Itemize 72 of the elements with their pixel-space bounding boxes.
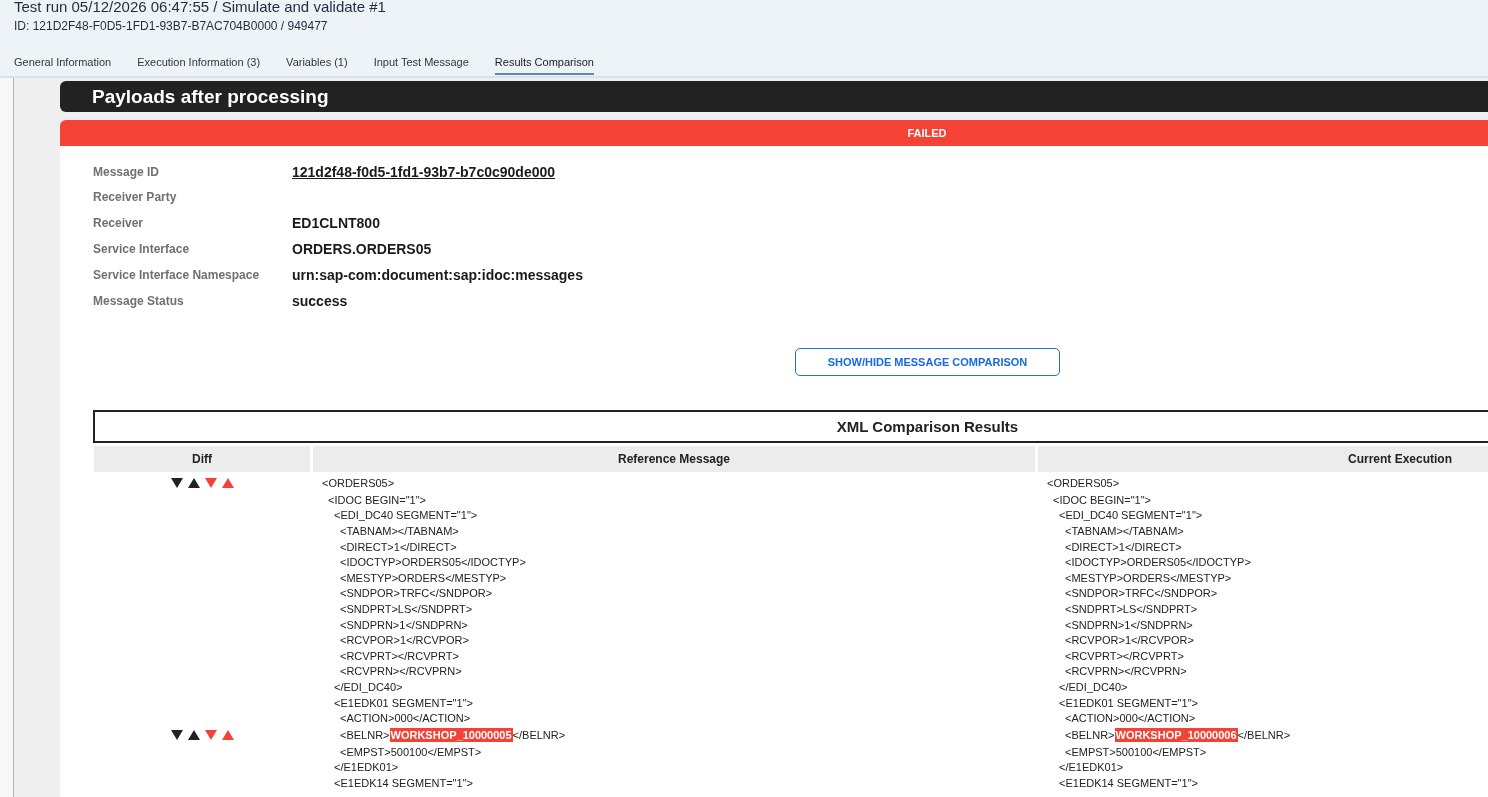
comparison-title: XML Comparison Results — [93, 410, 1488, 443]
xml-line: <MESTYP>ORDERS</MESTYP> — [340, 571, 507, 584]
run-id-text: ID: 121D2F48-F0D5-1FD1-93B7-B7AC704B0000 / 949477 — [14, 18, 329, 34]
status-banner: FAILED — [60, 120, 1488, 146]
xml-line: <RCVPRN></RCVPRN> — [1065, 665, 1187, 678]
field-value: ORDERS.ORDERS05 — [292, 241, 432, 257]
toggle-comparison-button[interactable]: SHOW/HIDE MESSAGE COMPARISON — [795, 348, 1060, 376]
field-label: Service Interface Namespace — [93, 268, 261, 282]
field-label: Receiver — [93, 216, 145, 230]
xml-line: <TABNAM></TABNAM> — [1065, 525, 1184, 537]
xml-line: <SNDPRN>1</SNDPRN> — [340, 618, 468, 631]
triangle-up-icon[interactable] — [187, 729, 200, 740]
xml-line: <SNDPOR>TRFC</SNDPOR> — [1065, 587, 1218, 600]
xml-line: <IDOC BEGIN="1"> — [1053, 493, 1151, 506]
xml-line: <ORDERS05> — [1047, 477, 1120, 489]
xml-line: </EDI_DC40> — [334, 680, 403, 693]
xml-line: <EMPST>500100</EMPST> — [340, 745, 482, 758]
xml-line: <IDOC BEGIN="1"> — [328, 493, 426, 506]
column-header: Current Execution — [1038, 446, 1488, 472]
xml-line: <DIRECT>1</DIRECT> — [340, 540, 457, 553]
xml-line: <DIRECT>1</DIRECT> — [1065, 540, 1182, 553]
changed-value: WORKSHOP_10000006 — [1114, 727, 1238, 742]
xml-line: </E1EDK01> — [334, 761, 399, 774]
xml-tag: <BELNR> — [340, 728, 390, 741]
field-value: success — [292, 293, 348, 309]
field-value: urn:sap-com:document:sap:idoc:messages — [292, 267, 583, 283]
xml-line: <RCVPRT></RCVPRT> — [1065, 649, 1184, 662]
xml-line: <EDI_DC40 SEGMENT="1"> — [1059, 509, 1203, 522]
tab[interactable]: General Information — [14, 55, 112, 75]
column-header: Reference Message — [313, 446, 1035, 472]
page-title: Test run 05/12/2026 06:47:55 / Simulate and validate #1 — [14, 0, 387, 15]
xml-line: <ACTION>000</ACTION> — [340, 712, 471, 725]
xml-line: <RCVPOR>1</RCVPOR> — [340, 634, 469, 647]
xml-line: <TABNAM></TABNAM> — [340, 525, 459, 537]
xml-line: <E1EDK01 SEGMENT="1"> — [1059, 696, 1198, 709]
xml-tag: <BELNR> — [1065, 728, 1115, 741]
triangle-down-icon[interactable] — [170, 478, 183, 488]
xml-line: <IDOCTYP>ORDERS05</IDOCTYP> — [340, 556, 526, 569]
xml-line: <MESTYP>ORDERS</MESTYP> — [1065, 571, 1232, 584]
xml-line: </E1EDK01> — [1059, 761, 1124, 774]
xml-line: <E1EDK01 SEGMENT="1"> — [334, 696, 473, 709]
xml-line: <RCVPRN></RCVPRN> — [340, 665, 462, 678]
field-label: Service Interface — [93, 242, 191, 256]
tab[interactable]: Execution Information (3) — [137, 55, 261, 75]
changed-value: WORKSHOP_10000005 — [389, 727, 513, 742]
section-header: Payloads after processing — [60, 81, 1488, 112]
field-value: ED1CLNT800 — [292, 215, 380, 231]
xml-tag: </BELNR> — [512, 728, 566, 741]
xml-line: <E1EDK14 SEGMENT="1"> — [1059, 776, 1198, 789]
xml-line: <EDI_DC40 SEGMENT="1"> — [334, 509, 478, 522]
xml-line: <ACTION>000</ACTION> — [1065, 712, 1196, 725]
xml-line: <E1EDK14 SEGMENT="1"> — [334, 776, 473, 789]
tab[interactable]: Variables (1) — [286, 55, 348, 75]
tab[interactable]: Input Test Message — [373, 55, 469, 75]
tab[interactable]: Results Comparison — [494, 55, 594, 75]
xml-line: <EMPST>500100</EMPST> — [1065, 745, 1207, 758]
field-label: Message Status — [93, 294, 185, 308]
xml-line: <RCVPRT></RCVPRT> — [340, 649, 459, 662]
xml-line: <SNDPRT>LS</SNDPRT> — [1065, 602, 1198, 615]
xml-line: </EDI_DC40> — [1059, 680, 1128, 693]
xml-line: <SNDPRT>LS</SNDPRT> — [340, 602, 473, 615]
xml-line: <ORDERS05> — [322, 477, 395, 489]
triangle-down-icon[interactable] — [170, 729, 183, 740]
triangle-up-icon[interactable] — [187, 478, 200, 488]
xml-line: <SNDPOR>TRFC</SNDPOR> — [340, 587, 493, 600]
xml-line: <IDOCTYP>ORDERS05</IDOCTYP> — [1065, 556, 1251, 569]
xml-tag: </BELNR> — [1237, 728, 1291, 741]
xml-line: <SNDPRN>1</SNDPRN> — [1065, 618, 1193, 631]
field-link[interactable]: 121d2f48-f0d5-1fd1-93b7-b7c0c90de000 — [292, 164, 556, 180]
column-header: Diff — [94, 446, 310, 472]
field-label: Message ID — [93, 165, 161, 179]
xml-line: <RCVPOR>1</RCVPOR> — [1065, 634, 1194, 647]
